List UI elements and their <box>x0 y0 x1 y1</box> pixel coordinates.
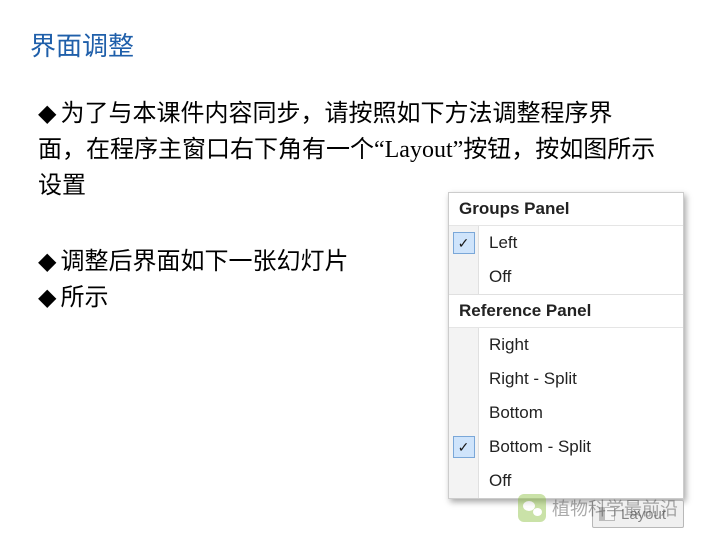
check-icon: ✓ <box>453 232 475 254</box>
menu-header-reference: Reference Panel <box>449 294 683 328</box>
bullet-text: 为了与本课件内容同步，请按照如下方法调整程序界面，在程序主窗口右下角有一个“La… <box>38 101 655 199</box>
wechat-icon <box>518 494 546 522</box>
menu-item-label: Right - Split <box>479 362 683 396</box>
menu-item-label: Right <box>479 328 683 362</box>
menu-item-ref-off[interactable]: Off <box>449 464 683 498</box>
bullet-text: 调整后界面如下一张幻灯片 <box>60 249 348 275</box>
bullet-item: ◆为了与本课件内容同步，请按照如下方法调整程序界面，在程序主窗口右下角有一个“L… <box>38 96 658 204</box>
menu-item-bottom[interactable]: Bottom <box>449 396 683 430</box>
bullet-text: 所示 <box>60 285 108 311</box>
menu-item-off[interactable]: Off <box>449 260 683 294</box>
diamond-icon: ◆ <box>38 244 56 280</box>
menu-item-label: Bottom - Split <box>479 430 683 464</box>
menu-item-label: Bottom <box>479 396 683 430</box>
diamond-icon: ◆ <box>38 96 56 132</box>
menu-item-label: Off <box>479 260 683 294</box>
layout-menu: Groups Panel ✓ Left Off Reference Panel … <box>448 192 684 499</box>
menu-item-bottom-split[interactable]: ✓ Bottom - Split <box>449 430 683 464</box>
slide-title: 界面调整 <box>30 26 134 63</box>
diamond-icon: ◆ <box>38 280 56 316</box>
watermark: 植物科学最前沿 <box>518 494 678 522</box>
menu-header-groups: Groups Panel <box>449 193 683 226</box>
menu-item-label: Off <box>479 464 683 498</box>
menu-item-right-split[interactable]: Right - Split <box>449 362 683 396</box>
menu-item-label: Left <box>479 226 683 260</box>
menu-item-right[interactable]: Right <box>449 328 683 362</box>
watermark-text: 植物科学最前沿 <box>552 495 678 521</box>
menu-item-left[interactable]: ✓ Left <box>449 226 683 260</box>
check-icon: ✓ <box>453 436 475 458</box>
